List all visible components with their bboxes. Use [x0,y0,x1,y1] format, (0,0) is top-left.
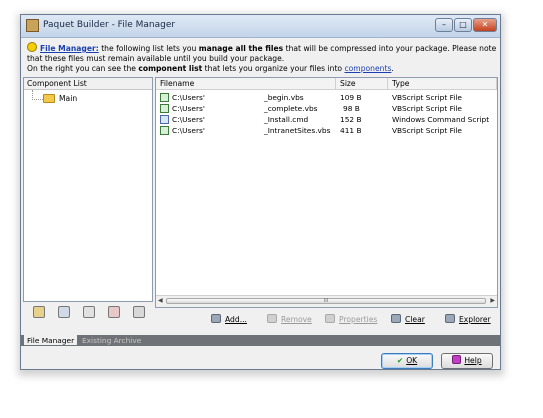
vbs-file-icon [160,93,169,102]
add-button[interactable]: Add... [211,314,247,326]
minimize-button[interactable]: – [435,18,453,32]
column-header-type[interactable]: Type [388,78,497,90]
file-size: 98 B [343,104,360,113]
title-bar[interactable]: Paquet Builder - File Manager – □ ✕ [21,15,500,38]
action-toolbar: Add... Remove Properties Clear Explorer [155,312,498,328]
file-manager-link[interactable]: File Manager: [40,44,99,53]
app-icon [26,19,39,32]
file-type: VBScript Script File [392,93,462,102]
component-properties-icon[interactable] [58,306,70,318]
file-path: C:\Users' [172,93,205,102]
column-header-filename[interactable]: Filename [156,78,336,90]
file-path: C:\Users' [172,126,205,135]
vbs-file-icon [160,126,169,135]
cmd-file-icon [160,115,169,124]
file-type: VBScript Script File [392,104,462,113]
clear-icon [391,314,401,323]
file-path: C:\Users' [172,104,205,113]
scroll-right-icon[interactable]: ▶ [490,297,495,304]
file-type: VBScript Script File [392,126,462,135]
file-row[interactable]: C:\Users' _IntranetSites.vbs 411 B VBScr… [156,125,497,136]
scroll-left-icon[interactable]: ◀ [158,297,163,304]
tab-existing-archive[interactable]: Existing Archive [79,335,144,346]
file-size: 109 B [340,93,362,102]
clear-button[interactable]: Clear [391,314,425,326]
column-header-size[interactable]: Size [336,78,388,90]
vbs-file-icon [160,104,169,113]
tab-bar: File Manager Existing Archive [21,335,500,346]
file-path: C:\Users' [172,115,205,124]
file-name: _Install.cmd [264,115,309,124]
remove-button[interactable]: Remove [267,314,312,326]
remove-icon [267,314,277,323]
file-row[interactable]: C:\Users' _begin.vbs 109 B VBScript Scri… [156,92,497,103]
component-toolbar [23,305,153,321]
help-button[interactable]: Help [441,353,493,369]
edit-component-icon[interactable] [83,306,95,318]
horizontal-scrollbar[interactable]: ◀ III ▶ [156,295,497,307]
file-size: 152 B [340,115,362,124]
maximize-button[interactable]: □ [454,18,472,32]
file-row[interactable]: C:\Users' _Install.cmd 152 B Windows Com… [156,114,497,125]
tab-file-manager[interactable]: File Manager [23,335,79,346]
file-manager-window: Paquet Builder - File Manager – □ ✕ File… [20,14,501,370]
file-name: _IntranetSites.vbs [264,126,331,135]
file-type: Windows Command Script [392,115,490,124]
component-settings-icon[interactable] [133,306,145,318]
properties-icon [325,314,335,323]
component-list-pane[interactable]: Component List Main [23,77,153,302]
tree-connector [32,90,43,100]
explorer-button[interactable]: Explorer [445,314,491,326]
component-list-header: Component List [24,78,152,90]
file-name: _begin.vbs [264,93,304,102]
delete-component-icon[interactable] [108,306,120,318]
help-icon [452,355,462,364]
file-size: 411 B [340,126,362,135]
info-text: File Manager: the following list lets yo… [27,42,497,73]
lightbulb-icon [27,42,37,52]
tree-item-label: Main [59,94,78,103]
folder-icon [43,94,55,103]
file-name: _complete.vbs [264,104,318,113]
explorer-icon [445,314,455,323]
ok-button[interactable]: ✔ OK [381,353,433,369]
new-component-icon[interactable] [33,306,45,318]
components-link[interactable]: components [344,64,391,73]
add-icon [211,314,221,323]
close-button[interactable]: ✕ [473,18,497,32]
window-title: Paquet Builder - File Manager [43,20,176,30]
file-row[interactable]: C:\Users' _complete.vbs 98 B VBScript Sc… [156,103,497,114]
properties-button[interactable]: Properties [325,314,377,326]
check-icon: ✔ [396,356,404,365]
scrollbar-thumb[interactable]: III [166,298,486,304]
file-list[interactable]: Filename Size Type C:\Users' _begin.vbs … [155,77,498,308]
